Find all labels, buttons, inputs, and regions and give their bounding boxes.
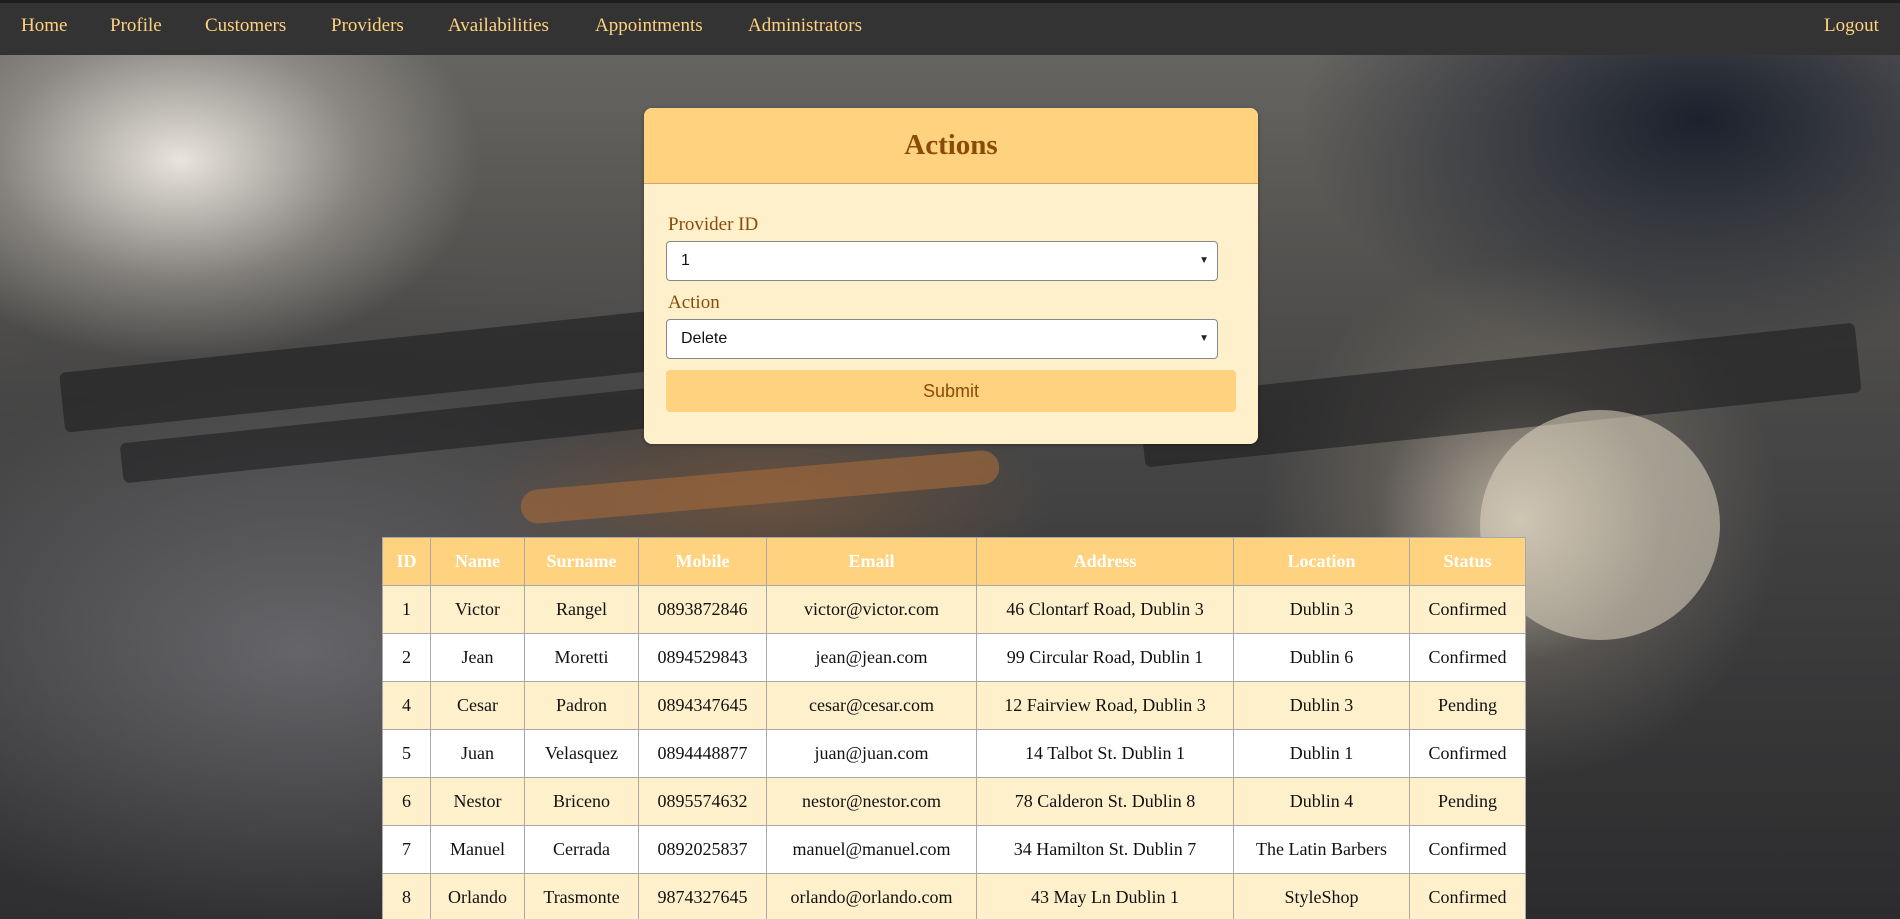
table-row: 1 Victor Rangel 0893872846 victor@victor… — [382, 585, 1526, 634]
top-navbar: Home Profile Customers Providers Availab… — [0, 0, 1900, 55]
cell-status: Pending — [1409, 681, 1526, 730]
cell-email: juan@juan.com — [766, 729, 977, 778]
action-select[interactable]: Delete ▼ — [666, 319, 1218, 359]
table-row: 6 Nestor Briceno 0895574632 nestor@nesto… — [382, 777, 1526, 826]
column-header-id: ID — [382, 537, 431, 586]
cell-email: manuel@manuel.com — [766, 825, 977, 874]
cell-mobile: 0894347645 — [638, 681, 767, 730]
cell-mobile: 0892025837 — [638, 825, 767, 874]
cell-status: Confirmed — [1409, 729, 1526, 778]
cell-mobile: 0893872846 — [638, 585, 767, 634]
cell-id: 5 — [382, 729, 431, 778]
cell-address: 43 May Ln Dublin 1 — [976, 873, 1234, 919]
cell-mobile: 0894529843 — [638, 633, 767, 682]
cell-email: nestor@nestor.com — [766, 777, 977, 826]
nav-administrators[interactable]: Administrators — [748, 15, 862, 37]
cell-name: Manuel — [430, 825, 525, 874]
cell-status: Confirmed — [1409, 585, 1526, 634]
cell-address: 99 Circular Road, Dublin 1 — [976, 633, 1234, 682]
razor-handle-shape — [519, 449, 1001, 525]
column-header-status: Status — [1409, 537, 1526, 586]
table-row: 8 Orlando Trasmonte 9874327645 orlando@o… — [382, 873, 1526, 919]
column-header-mobile: Mobile — [638, 537, 767, 586]
cell-id: 8 — [382, 873, 431, 919]
cell-name: Cesar — [430, 681, 525, 730]
cell-mobile: 0895574632 — [638, 777, 767, 826]
nav-home[interactable]: Home — [21, 15, 67, 37]
cell-address: 34 Hamilton St. Dublin 7 — [976, 825, 1234, 874]
table-header-row: ID Name Surname Mobile Email Address Loc… — [382, 537, 1526, 586]
cell-name: Nestor — [430, 777, 525, 826]
cell-location: Dublin 6 — [1233, 633, 1410, 682]
provider-id-value: 1 — [681, 252, 690, 269]
cell-mobile: 0894448877 — [638, 729, 767, 778]
table-row: 2 Jean Moretti 0894529843 jean@jean.com … — [382, 633, 1526, 682]
nav-providers[interactable]: Providers — [331, 15, 404, 37]
action-value: Delete — [681, 330, 728, 347]
actions-card: Actions Provider ID 1 ▼ Action Delete ▼ … — [644, 108, 1258, 444]
cell-email: jean@jean.com — [766, 633, 977, 682]
nav-appointments[interactable]: Appointments — [595, 15, 703, 37]
cell-status: Confirmed — [1409, 825, 1526, 874]
cell-email: cesar@cesar.com — [766, 681, 977, 730]
cell-location: Dublin 3 — [1233, 681, 1410, 730]
cell-name: Jean — [430, 633, 525, 682]
cell-surname: Briceno — [524, 777, 639, 826]
cell-email: victor@victor.com — [766, 585, 977, 634]
nav-profile[interactable]: Profile — [110, 15, 162, 37]
cell-location: Dublin 1 — [1233, 729, 1410, 778]
column-header-location: Location — [1233, 537, 1410, 586]
cell-address: 12 Fairview Road, Dublin 3 — [976, 681, 1234, 730]
column-header-email: Email — [766, 537, 977, 586]
cell-email: orlando@orlando.com — [766, 873, 977, 919]
cell-name: Orlando — [430, 873, 525, 919]
cell-id: 6 — [382, 777, 431, 826]
submit-button[interactable]: Submit — [666, 370, 1236, 412]
cell-id: 1 — [382, 585, 431, 634]
cell-surname: Moretti — [524, 633, 639, 682]
cell-status: Confirmed — [1409, 633, 1526, 682]
cell-location: Dublin 4 — [1233, 777, 1410, 826]
column-header-name: Name — [430, 537, 525, 586]
cell-status: Pending — [1409, 777, 1526, 826]
cell-name: Juan — [430, 729, 525, 778]
cell-location: StyleShop — [1233, 873, 1410, 919]
cell-location: The Latin Barbers — [1233, 825, 1410, 874]
actions-title: Actions — [904, 129, 998, 161]
cell-address: 46 Clontarf Road, Dublin 3 — [976, 585, 1234, 634]
caret-down-icon: ▼ — [1199, 255, 1209, 266]
cell-id: 7 — [382, 825, 431, 874]
table-row: 5 Juan Velasquez 0894448877 juan@juan.co… — [382, 729, 1526, 778]
cell-surname: Cerrada — [524, 825, 639, 874]
cell-address: 78 Calderon St. Dublin 8 — [976, 777, 1234, 826]
cell-mobile: 9874327645 — [638, 873, 767, 919]
table-row: 4 Cesar Padron 0894347645 cesar@cesar.co… — [382, 681, 1526, 730]
action-label: Action — [668, 292, 720, 313]
column-header-address: Address — [976, 537, 1234, 586]
cell-surname: Trasmonte — [524, 873, 639, 919]
actions-card-header: Actions — [644, 108, 1258, 184]
cell-surname: Rangel — [524, 585, 639, 634]
cell-status: Confirmed — [1409, 873, 1526, 919]
providers-table: ID Name Surname Mobile Email Address Loc… — [382, 537, 1526, 919]
nav-availabilities[interactable]: Availabilities — [448, 15, 549, 37]
cell-id: 4 — [382, 681, 431, 730]
nav-logout[interactable]: Logout — [1824, 15, 1879, 37]
cell-surname: Velasquez — [524, 729, 639, 778]
provider-id-select[interactable]: 1 ▼ — [666, 241, 1218, 281]
table-row: 7 Manuel Cerrada 0892025837 manuel@manue… — [382, 825, 1526, 874]
cell-id: 2 — [382, 633, 431, 682]
nav-customers[interactable]: Customers — [205, 15, 286, 37]
cell-location: Dublin 3 — [1233, 585, 1410, 634]
caret-down-icon: ▼ — [1199, 333, 1209, 344]
column-header-surname: Surname — [524, 537, 639, 586]
cell-name: Victor — [430, 585, 525, 634]
provider-id-label: Provider ID — [668, 214, 759, 235]
cell-surname: Padron — [524, 681, 639, 730]
cell-address: 14 Talbot St. Dublin 1 — [976, 729, 1234, 778]
